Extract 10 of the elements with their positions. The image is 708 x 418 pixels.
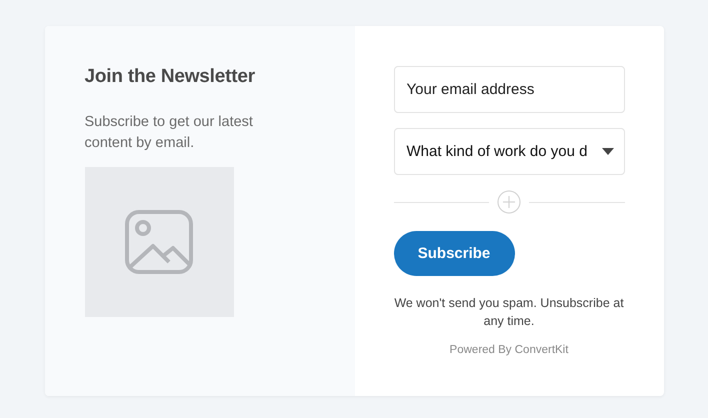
powered-by-link[interactable]: Powered By ConvertKit: [394, 344, 624, 356]
add-field-icon[interactable]: [497, 190, 521, 214]
subscribe-button[interactable]: Subscribe: [394, 231, 514, 276]
spam-disclaimer: We won't send you spam. Unsubscribe at any time.: [394, 295, 624, 330]
image-icon: [125, 210, 193, 274]
newsletter-heading: Join the Newsletter: [84, 66, 256, 88]
email-input-field[interactable]: Your email address: [394, 66, 624, 113]
caret-icon: [602, 148, 614, 155]
work-type-dropdown[interactable]: What kind of work do you d: [394, 128, 624, 175]
newsletter-description: Subscribe to get our latest content by email.: [84, 113, 254, 153]
